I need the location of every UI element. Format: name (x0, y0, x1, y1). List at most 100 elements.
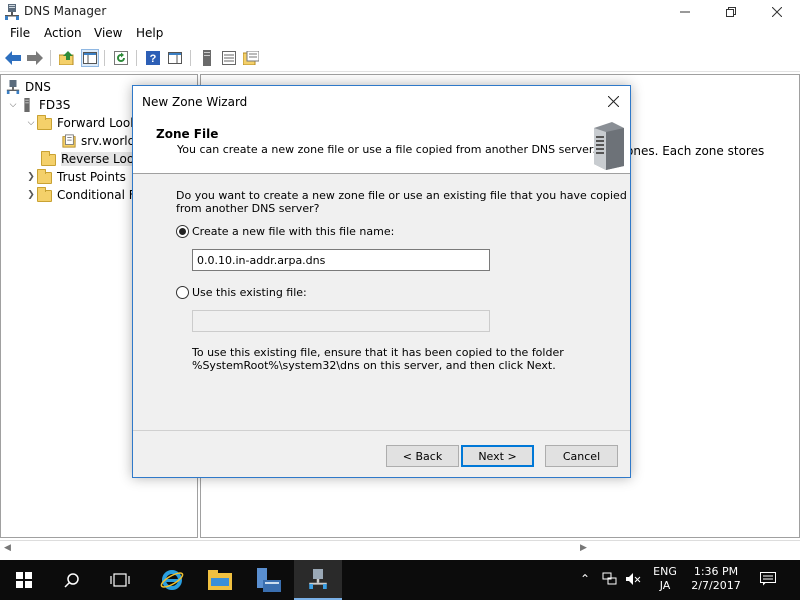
note-line-2: %SystemRoot%\system32\dns on this server… (192, 359, 556, 372)
close-icon (607, 95, 619, 107)
forward-arrow-icon (27, 51, 43, 65)
list-view-button[interactable] (220, 49, 238, 67)
tree-item-forward-lookup[interactable]: ⌵ Forward Look (25, 114, 137, 132)
properties-button[interactable] (242, 49, 260, 67)
dialog-title: New Zone Wizard (142, 95, 248, 109)
expand-icon[interactable]: ❯ (25, 190, 37, 200)
tree-label: Reverse Look (61, 152, 142, 166)
start-button[interactable] (0, 560, 48, 600)
menu-view[interactable]: View (94, 26, 122, 40)
dns-icon (6, 80, 20, 94)
taskbar-dns-manager[interactable] (294, 560, 342, 600)
tree-item-reverse-lookup[interactable]: Reverse Look (41, 150, 142, 168)
taskbar-file-explorer[interactable] (196, 560, 244, 600)
restore-button[interactable] (708, 0, 754, 24)
page-title: Zone File (156, 127, 219, 141)
dialog-close-button[interactable] (602, 90, 624, 112)
server-icon (203, 50, 211, 66)
collapse-icon[interactable]: ⌵ (7, 100, 19, 110)
details-text: ones. Each zone stores (626, 144, 765, 158)
wizard-header: Zone File You can create a new zone file… (133, 116, 630, 174)
taskbar-server-manager[interactable] (244, 560, 292, 600)
horizontal-scrollbar[interactable]: ◀ ▶ (0, 540, 800, 557)
action-center-icon[interactable] (760, 572, 776, 586)
page-subtitle: You can create a new zone file or use a … (177, 143, 596, 156)
list-icon (222, 51, 236, 65)
close-window-button[interactable] (754, 0, 800, 24)
use-existing-file-label: Use this existing file: (192, 286, 307, 299)
file-explorer-icon (208, 570, 232, 590)
back-arrow-icon (5, 51, 21, 65)
cancel-button[interactable]: Cancel (545, 445, 618, 467)
question-line-1: Do you want to create a new zone file or… (176, 189, 627, 202)
radio-unselected[interactable] (176, 286, 189, 299)
refresh-button[interactable] (112, 49, 130, 67)
server-tower-icon (594, 122, 624, 170)
folder-icon (37, 187, 52, 202)
action-pane-icon (168, 52, 182, 64)
new-file-name-input[interactable]: 0.0.10.in-addr.arpa.dns (192, 249, 490, 271)
dialog-title-bar: New Zone Wizard (133, 86, 630, 116)
back-button[interactable] (4, 49, 22, 67)
search-button[interactable] (48, 560, 96, 600)
scroll-left-icon[interactable]: ◀ (4, 543, 11, 553)
wizard-body: Do you want to create a new zone file or… (133, 175, 630, 429)
minimize-button[interactable] (662, 0, 708, 24)
help-button[interactable]: ? (144, 49, 162, 67)
keyboard-layout: JA (659, 579, 671, 592)
clock[interactable]: 1:36 PM 2/7/2017 (688, 565, 744, 593)
tree-item-server[interactable]: ⌵ FD3S (7, 96, 70, 114)
taskbar: ⌃ ENG JA 1:36 PM 2/7/2017 (0, 560, 800, 600)
create-new-file-label: Create a new file with this file name: (192, 225, 395, 238)
note-line-1: To use this existing file, ensure that i… (192, 346, 564, 359)
show-console-tree-button[interactable] (81, 49, 99, 67)
taskbar-ie[interactable] (148, 560, 196, 600)
tree-item-trust-points[interactable]: ❯ Trust Points (25, 168, 126, 186)
menu-file[interactable]: File (10, 26, 30, 40)
task-view-button[interactable] (96, 560, 144, 600)
title-bar: DNS Manager (0, 0, 800, 24)
menu-action[interactable]: Action (44, 26, 82, 40)
refresh-icon (114, 51, 128, 65)
volume-muted-icon[interactable] (625, 572, 641, 586)
expand-icon[interactable]: ❯ (25, 172, 37, 182)
server-manager-icon (257, 568, 281, 592)
create-new-file-option[interactable]: Create a new file with this file name: (176, 225, 394, 238)
radio-selected[interactable] (176, 225, 189, 238)
server-button[interactable] (198, 49, 216, 67)
collapse-icon[interactable]: ⌵ (25, 118, 37, 128)
tree-item-zone[interactable]: srv.world (61, 132, 135, 150)
tree-item-dns[interactable]: DNS (5, 78, 51, 96)
use-existing-file-option[interactable]: Use this existing file: (176, 286, 307, 299)
windows-logo-icon (16, 572, 32, 588)
properties-icon (243, 51, 259, 65)
zone-file-icon (62, 134, 76, 148)
show-hidden-icons-button[interactable]: ⌃ (580, 572, 590, 586)
existing-file-input (192, 310, 490, 332)
network-icon[interactable] (602, 572, 618, 586)
help-icon: ? (146, 51, 160, 65)
folder-icon (37, 115, 52, 130)
back-button[interactable]: < Back (386, 445, 459, 467)
show-action-pane-button[interactable] (166, 49, 184, 67)
menu-help[interactable]: Help (136, 26, 163, 40)
console-tree-icon (83, 52, 97, 64)
close-icon (772, 7, 782, 17)
up-folder-icon (59, 51, 74, 65)
next-button[interactable]: Next > (461, 445, 534, 467)
scroll-right-icon[interactable]: ▶ (580, 543, 587, 553)
new-zone-wizard-dialog: New Zone Wizard Zone File You can create… (132, 85, 631, 478)
question-text: Do you want to create a new zone file or… (176, 189, 627, 215)
existing-file-note: To use this existing file, ensure that i… (192, 346, 564, 372)
svg-text:?: ? (150, 53, 157, 65)
up-folder-button[interactable] (58, 49, 76, 67)
tree-item-conditional-forwarders[interactable]: ❯ Conditional F (25, 186, 136, 204)
toolbar: ? (0, 46, 800, 72)
question-line-2: from another DNS server? (176, 202, 320, 215)
tree-label: FD3S (39, 98, 71, 112)
server-icon (24, 98, 30, 112)
input-language[interactable]: ENG JA (648, 565, 682, 593)
task-view-icon (110, 573, 130, 587)
forward-button[interactable] (26, 49, 44, 67)
tree-label: srv.world (81, 134, 136, 148)
